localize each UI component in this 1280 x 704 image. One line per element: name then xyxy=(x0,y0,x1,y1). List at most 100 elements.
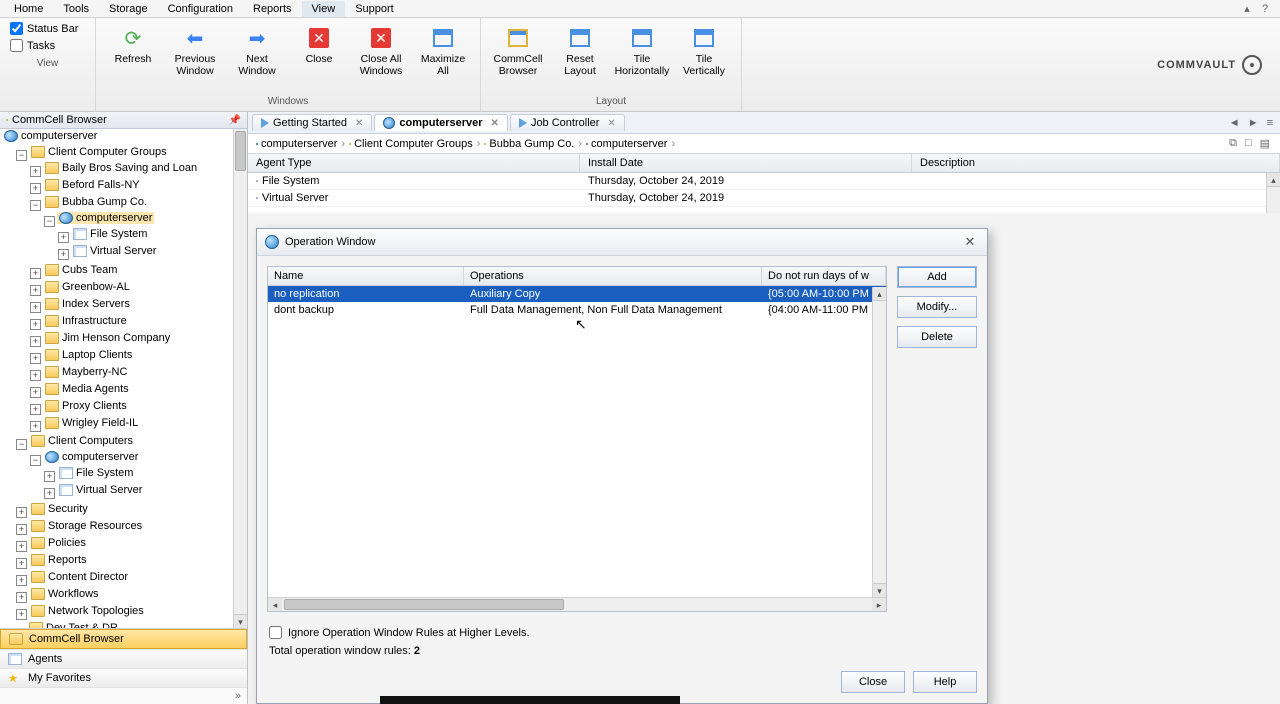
left-tab-browser[interactable]: CommCell Browser xyxy=(0,629,247,649)
tree-toggle[interactable]: − xyxy=(30,200,41,211)
tab-close-icon[interactable]: ✕ xyxy=(355,118,363,129)
col-operations[interactable]: Operations xyxy=(464,267,762,285)
tree-selected[interactable]: computerserver xyxy=(57,212,154,224)
dialog-title-text: Operation Window xyxy=(285,236,376,248)
tabs-next[interactable]: ► xyxy=(1245,117,1262,129)
tab-close-icon[interactable]: ✕ xyxy=(607,118,615,129)
tree-toggle[interactable]: + xyxy=(30,166,41,177)
col-agent-type[interactable]: Agent Type xyxy=(248,154,580,172)
play-icon xyxy=(519,118,527,128)
tile-h-icon xyxy=(628,24,656,52)
min-icon[interactable]: ▴ xyxy=(1240,2,1254,16)
tab-getting-started[interactable]: Getting Started✕ xyxy=(252,114,372,131)
grid-body: File System Thursday, October 24, 2019 V… xyxy=(248,173,1280,213)
dialog-titlebar[interactable]: Operation Window ✕ xyxy=(257,229,987,256)
left-tab-favorites[interactable]: ★My Favorites xyxy=(0,668,247,687)
tree-toggle[interactable]: − xyxy=(44,216,55,227)
total-rules-label: Total operation window rules: 2 xyxy=(257,643,987,665)
brand-disk-icon xyxy=(1242,55,1262,75)
op-vscrollbar[interactable]: ▴▾ xyxy=(872,287,886,597)
bc-restore-icon[interactable]: ⧉ xyxy=(1227,137,1239,150)
taskbar-fragment xyxy=(380,696,680,704)
tabs-prev[interactable]: ◄ xyxy=(1226,117,1243,129)
left-tabs: CommCell Browser Agents ★My Favorites » xyxy=(0,628,247,704)
dialog-close-icon[interactable]: ✕ xyxy=(961,233,979,251)
grid-row[interactable]: File System Thursday, October 24, 2019 xyxy=(248,173,1280,190)
col-install-date[interactable]: Install Date xyxy=(580,154,912,172)
op-hscrollbar[interactable]: ◂▸ xyxy=(268,597,886,611)
expand-hint[interactable]: » xyxy=(0,687,247,704)
pin-icon[interactable]: 📌 xyxy=(229,115,241,126)
op-row-selected[interactable]: no replication Auxiliary Copy {05:00 AM-… xyxy=(268,286,886,302)
grid-row[interactable]: Virtual Server Thursday, October 24, 201… xyxy=(248,190,1280,207)
tree-toggle[interactable]: − xyxy=(16,150,27,161)
crumb[interactable]: Client Computer Groups xyxy=(349,138,473,150)
server-icon xyxy=(4,130,18,142)
group-layout-label: Layout xyxy=(481,94,741,111)
refresh-button[interactable]: ⟳Refresh xyxy=(102,20,164,70)
brand-logo: COMMVAULT xyxy=(1157,18,1280,111)
folder-icon xyxy=(6,119,8,121)
tree[interactable]: computerserver −Client Computer Groups +… xyxy=(0,129,247,628)
close-button[interactable]: ✕Close xyxy=(288,20,350,70)
menu-view[interactable]: View xyxy=(302,1,346,17)
menu-support[interactable]: Support xyxy=(345,1,404,17)
tile-vertical-button[interactable]: Tile Vertically xyxy=(673,20,735,81)
play-icon xyxy=(261,118,269,128)
close-all-icon: ✕ xyxy=(367,24,395,52)
tab-job-controller[interactable]: Job Controller✕ xyxy=(510,114,625,131)
menu-storage[interactable]: Storage xyxy=(99,1,158,17)
close-icon: ✕ xyxy=(305,24,333,52)
refresh-icon: ⟳ xyxy=(119,24,147,52)
tree-toggle[interactable]: + xyxy=(58,232,69,243)
tree-toggle[interactable]: + xyxy=(30,183,41,194)
maximize-button[interactable]: Maximize All xyxy=(412,20,474,81)
ignore-checkbox[interactable] xyxy=(269,626,282,639)
star-icon: ★ xyxy=(8,672,22,684)
tab-computerserver[interactable]: computerserver✕ xyxy=(374,114,508,131)
dialog-help-button[interactable]: Help xyxy=(913,671,977,693)
bc-maximize-icon[interactable]: □ xyxy=(1243,137,1254,150)
statusbar-check[interactable]: Status Bar xyxy=(10,22,85,35)
add-button[interactable]: Add xyxy=(897,266,977,288)
crumb[interactable]: computerserver xyxy=(256,138,337,150)
close-all-button[interactable]: ✕Close All Windows xyxy=(350,20,412,81)
menu-home[interactable]: Home xyxy=(4,1,53,17)
col-donotrun[interactable]: Do not run days of w xyxy=(762,267,886,285)
prev-window-button[interactable]: ⬅Previous Window xyxy=(164,20,226,81)
tabs-list[interactable]: ≡ xyxy=(1264,117,1276,129)
breadcrumb: computerserver› Client Computer Groups› … xyxy=(248,134,1280,154)
col-name[interactable]: Name xyxy=(268,267,464,285)
tile-horizontal-button[interactable]: Tile Horizontally xyxy=(611,20,673,81)
operation-window-dialog: Operation Window ✕ Name Operations Do no… xyxy=(256,228,988,704)
operation-table: Name Operations Do not run days of w no … xyxy=(267,266,887,612)
crumb[interactable]: Bubba Gump Co. xyxy=(484,138,574,150)
grid-header: Agent Type Install Date Description xyxy=(248,154,1280,173)
left-pane: CommCell Browser 📌 computerserver −Clien… xyxy=(0,112,248,704)
dialog-close-button[interactable]: Close xyxy=(841,671,905,693)
grid-scrollbar[interactable]: ▴ xyxy=(1266,173,1280,213)
reset-layout-button[interactable]: Reset Layout xyxy=(549,20,611,81)
menu-reports[interactable]: Reports xyxy=(243,1,302,17)
modify-button[interactable]: Modify... xyxy=(897,296,977,318)
group-view-label: View xyxy=(0,56,95,73)
tab-close-icon[interactable]: ✕ xyxy=(491,118,499,129)
bc-close-icon[interactable]: ▤ xyxy=(1258,137,1272,150)
menu-configuration[interactable]: Configuration xyxy=(158,1,243,17)
tree-toggle[interactable]: + xyxy=(58,249,69,260)
tasks-check[interactable]: Tasks xyxy=(10,39,85,52)
commcell-browser-button[interactable]: CommCell Browser xyxy=(487,20,549,81)
crumb[interactable]: computerserver xyxy=(586,138,667,150)
menu-tools[interactable]: Tools xyxy=(53,1,99,17)
op-row[interactable]: dont backup Full Data Management, Non Fu… xyxy=(268,302,886,318)
help-icon[interactable]: ? xyxy=(1258,2,1272,16)
tile-v-icon xyxy=(690,24,718,52)
col-description[interactable]: Description xyxy=(912,154,1280,172)
tree-scrollbar[interactable]: ▾ xyxy=(233,129,247,628)
delete-button[interactable]: Delete xyxy=(897,326,977,348)
next-window-button[interactable]: ➡Next Window xyxy=(226,20,288,81)
reset-icon xyxy=(566,24,594,52)
browser-icon xyxy=(504,24,532,52)
left-tab-agents[interactable]: Agents xyxy=(0,649,247,668)
left-pane-title: CommCell Browser 📌 xyxy=(0,112,247,129)
